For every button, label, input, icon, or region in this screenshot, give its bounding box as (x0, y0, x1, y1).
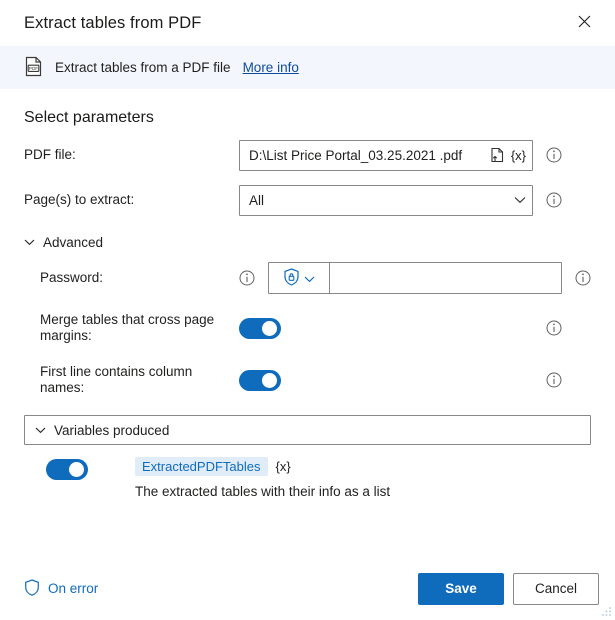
merge-tables-toggle[interactable] (239, 317, 281, 339)
password-left-info-icon[interactable] (239, 270, 255, 286)
first-line-columns-info-icon[interactable] (546, 372, 562, 388)
variables-produced-body: ExtractedPDFTables {x} The extracted tab… (24, 445, 591, 499)
list-item: ExtractedPDFTables {x} The extracted tab… (135, 457, 390, 499)
password-field-combo (268, 262, 562, 294)
dialog-title-bar: Extract tables from PDF (0, 0, 615, 46)
shield-icon (24, 578, 40, 599)
password-row: Password: (24, 261, 591, 295)
toggle-knob (69, 462, 84, 477)
password-right-info-icon[interactable] (575, 270, 591, 286)
pages-to-extract-label: Page(s) to extract: (24, 192, 135, 207)
first-line-columns-toggle-cell (239, 369, 533, 391)
pages-to-extract-select[interactable]: All (239, 184, 533, 216)
advanced-section-label: Advanced (43, 235, 104, 250)
merge-tables-row: Merge tables that cross page margins: (24, 311, 591, 345)
banner-text: Extract tables from a PDF file (55, 60, 231, 75)
chevron-down-icon[interactable] (514, 196, 526, 204)
pages-to-extract-info-icon[interactable] (546, 192, 562, 208)
merge-tables-toggle-cell (239, 317, 533, 339)
variable-name-chip[interactable]: ExtractedPDFTables (135, 457, 268, 476)
advanced-section-toggle[interactable]: Advanced (24, 235, 591, 250)
pdf-file-variable-token[interactable]: {x} (511, 149, 526, 162)
page-title: Extract tables from PDF (24, 13, 202, 32)
more-info-link[interactable]: More info (243, 60, 299, 75)
resize-grip[interactable] (600, 605, 612, 617)
password-label: Password: (40, 270, 104, 285)
variables-produced-header-label: Variables produced (54, 422, 170, 438)
cancel-button[interactable]: Cancel (513, 572, 599, 605)
pages-to-extract-value: All (249, 192, 265, 208)
parameters-scroll-area: Select parameters PDF file: {x} (0, 89, 615, 555)
merge-tables-label: Merge tables that cross page margins: (40, 312, 215, 343)
toggle-knob (262, 320, 277, 336)
chevron-down-icon (304, 271, 315, 286)
pages-to-extract-row: Page(s) to extract: All (24, 183, 591, 217)
first-line-columns-label: First line contains column names: (40, 364, 193, 395)
close-button[interactable] (569, 8, 599, 38)
extractedpdftables-toggle[interactable] (46, 459, 88, 480)
password-mode-selector[interactable] (269, 263, 330, 293)
on-error-label: On error (48, 581, 99, 596)
pages-field-wrap: All (239, 184, 533, 216)
first-line-columns-toggle[interactable] (239, 369, 281, 391)
first-line-columns-row: First line contains column names: (24, 363, 591, 397)
pdf-file-info-icon[interactable] (546, 147, 562, 163)
toggle-knob (262, 372, 277, 388)
variables-produced-panel: Variables produced (24, 415, 591, 445)
pdf-file-icon: PDF (24, 56, 43, 80)
pdf-file-label: PDF file: (24, 147, 76, 162)
select-parameters-heading: Select parameters (24, 109, 154, 126)
footer-buttons: Save Cancel (418, 572, 599, 605)
chevron-down-icon (35, 427, 46, 434)
svg-text:PDF: PDF (29, 66, 38, 71)
pdf-file-field-icons: {x} (490, 140, 526, 171)
dialog-footer: On error Save Cancel (0, 557, 615, 620)
save-button[interactable]: Save (418, 572, 504, 605)
pdf-file-field-wrap: {x} (239, 139, 533, 171)
pdf-file-row: PDF file: {x} (24, 138, 591, 172)
close-icon (578, 15, 591, 31)
shield-lock-icon (283, 267, 300, 289)
pages-field-icons (514, 185, 526, 216)
file-upload-icon[interactable] (490, 147, 505, 163)
chevron-down-icon (24, 239, 35, 246)
variable-token: {x} (275, 459, 291, 474)
variable-description: The extracted tables with their info as … (135, 484, 391, 499)
merge-tables-info-icon[interactable] (546, 320, 562, 336)
variable-toggle-col (24, 457, 135, 480)
variable-chip-row: ExtractedPDFTables {x} (135, 457, 390, 476)
on-error-button[interactable]: On error (24, 578, 99, 599)
variables-produced-toggle[interactable]: Variables produced (25, 416, 590, 444)
password-input[interactable] (330, 263, 561, 293)
action-info-banner: PDF Extract tables from a PDF file More … (0, 46, 615, 89)
